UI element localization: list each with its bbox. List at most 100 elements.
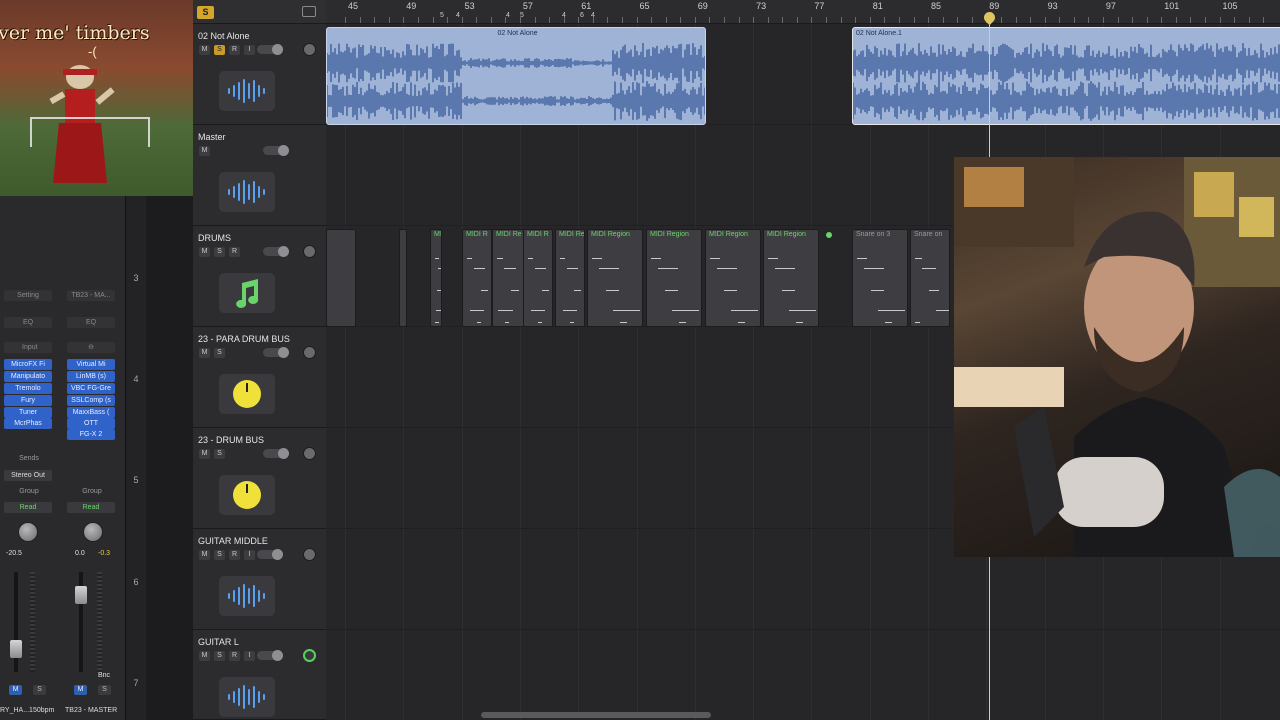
solo-button[interactable]: S — [214, 44, 225, 55]
mute-button[interactable]: M — [199, 549, 210, 560]
midi-region[interactable] — [326, 229, 356, 327]
ruler-tick — [461, 17, 463, 23]
volume-knob[interactable] — [303, 346, 316, 359]
volume-knob[interactable] — [303, 649, 316, 662]
output-slot[interactable]: Stereo Out — [4, 470, 52, 481]
midi-region[interactable] — [399, 229, 407, 327]
record-button[interactable]: R — [229, 650, 240, 661]
eq-slot[interactable]: EQ — [67, 317, 115, 328]
plugin-slot-3[interactable]: VBC FG-Gre — [67, 383, 115, 394]
track-number: 5 — [133, 475, 139, 485]
track-on-toggle[interactable] — [257, 650, 283, 661]
plugin-slot-2[interactable]: LinMB (s) — [67, 371, 115, 382]
volume-knob[interactable] — [303, 548, 316, 561]
record-button[interactable]: R — [229, 549, 240, 560]
bounce-button[interactable]: Bnc — [98, 672, 110, 679]
audio-region[interactable]: 02 Not Alone — [326, 27, 706, 125]
solo-button[interactable]: S — [98, 685, 111, 695]
midi-region[interactable]: Snare on 3 — [852, 229, 908, 327]
midi-region[interactable]: MIDI Region — [705, 229, 761, 327]
track-name: 02 Not Alone — [198, 31, 250, 41]
track-header-master[interactable]: Master M — [193, 125, 326, 226]
solo-button[interactable]: S — [214, 549, 225, 560]
track-header-drum-bus[interactable]: 23 - DRUM BUS M S — [193, 428, 326, 529]
track-on-toggle[interactable] — [263, 448, 289, 459]
track-on-toggle[interactable] — [263, 347, 289, 358]
group-slot[interactable]: Group — [0, 488, 58, 495]
input-monitor-button[interactable]: I — [244, 549, 255, 560]
snap-button[interactable]: S — [197, 6, 214, 19]
volume-knob[interactable] — [303, 447, 316, 460]
region-loop-dot-icon — [826, 232, 832, 238]
midi-region[interactable]: MI — [430, 229, 442, 327]
setting-button[interactable]: TB23 - MA... — [67, 290, 115, 301]
input-slot[interactable]: Input — [4, 342, 52, 353]
volume-fader[interactable] — [10, 640, 22, 658]
setting-button[interactable]: Setting — [4, 290, 52, 301]
add-track-button[interactable] — [302, 6, 316, 17]
plugin-slot-6[interactable]: McrPhas — [4, 418, 52, 429]
plugin-slot-4[interactable]: Fury — [4, 395, 52, 406]
volume-fader[interactable] — [75, 586, 87, 604]
automation-mode[interactable]: Read — [4, 502, 52, 513]
midi-region[interactable]: MIDI R — [462, 229, 492, 327]
track-header-drums[interactable]: DRUMS M S R — [193, 226, 326, 327]
solo-button[interactable]: S — [214, 650, 225, 661]
mute-button[interactable]: M — [74, 685, 87, 695]
midi-region[interactable]: MIDI Region — [646, 229, 702, 327]
eq-slot[interactable]: EQ — [4, 317, 52, 328]
plugin-slot-6[interactable]: OTT — [67, 418, 115, 429]
volume-knob[interactable] — [303, 43, 316, 56]
mute-button[interactable]: M — [199, 448, 210, 459]
track-header-guitar-middle[interactable]: GUITAR MIDDLE M S R I — [193, 529, 326, 630]
midi-region[interactable]: MIDI Re — [492, 229, 524, 327]
track-on-toggle[interactable] — [257, 44, 283, 55]
track-on-toggle[interactable] — [263, 145, 289, 156]
plugin-slot-2[interactable]: Manipulato — [4, 371, 52, 382]
plugin-slot-4[interactable]: SSLComp (s — [67, 395, 115, 406]
solo-button[interactable]: S — [214, 448, 225, 459]
midi-region[interactable]: MIDI Region — [763, 229, 819, 327]
midi-region[interactable]: MIDI Re — [555, 229, 585, 327]
midi-region[interactable]: Snare on — [910, 229, 950, 327]
track-header-para-drum-bus[interactable]: 23 - PARA DRUM BUS M S — [193, 327, 326, 428]
track-on-toggle[interactable] — [263, 246, 289, 257]
group-slot[interactable]: Group — [63, 488, 121, 495]
track-header-02-not-alone[interactable]: 02 Not Alone M S R I — [193, 24, 326, 125]
solo-button[interactable]: S — [214, 347, 225, 358]
pan-knob[interactable] — [18, 522, 38, 542]
plugin-slot-3[interactable]: Tremolo — [4, 383, 52, 394]
plugin-slot-1[interactable]: MicroFX Fi — [4, 359, 52, 370]
mute-button[interactable]: M — [199, 347, 210, 358]
pan-knob[interactable] — [83, 522, 103, 542]
track-header-guitar-l[interactable]: GUITAR L M S R I — [193, 630, 326, 720]
midi-region[interactable]: MIDI R — [523, 229, 553, 327]
bar-number: 77 — [814, 1, 825, 11]
input-monitor-button[interactable]: I — [244, 44, 255, 55]
input-monitor-button[interactable]: I — [244, 650, 255, 661]
record-button[interactable]: R — [229, 44, 240, 55]
overlay-caption: ver me' timbers — [0, 22, 150, 44]
plugin-slot-7[interactable]: FG-X 2 — [67, 429, 115, 440]
plugin-slot-5[interactable]: Tuner — [4, 407, 52, 418]
track-on-toggle[interactable] — [257, 549, 283, 560]
time-signature-marker: 5 — [440, 12, 444, 19]
automation-mode[interactable]: Read — [67, 502, 115, 513]
plugin-slot-5[interactable]: MaxxBass ( — [67, 407, 115, 418]
horizontal-scrollbar[interactable] — [481, 712, 711, 718]
volume-knob[interactable] — [303, 245, 316, 258]
bar-ruler[interactable]: 45 49 53 57 61 65 69 73 77 81 85 89 93 97 101 105 5 4 4 5 4 6… — [326, 0, 1280, 24]
record-button[interactable]: R — [229, 246, 240, 257]
solo-button[interactable]: S — [33, 685, 46, 695]
mute-button[interactable]: M — [199, 44, 210, 55]
mute-button[interactable]: M — [199, 650, 210, 661]
bar-number: 101 — [1164, 1, 1180, 11]
solo-button[interactable]: S — [214, 246, 225, 257]
midi-region[interactable]: MIDI Region — [587, 229, 643, 327]
audio-region[interactable]: 02 Not Alone.1 — [852, 27, 1280, 125]
plugin-slot-1[interactable]: Virtual Mi — [67, 359, 115, 370]
midi-region-title: MIDI Region — [709, 231, 748, 238]
mute-button[interactable]: M — [9, 685, 22, 695]
mute-button[interactable]: M — [199, 145, 210, 156]
mute-button[interactable]: M — [199, 246, 210, 257]
